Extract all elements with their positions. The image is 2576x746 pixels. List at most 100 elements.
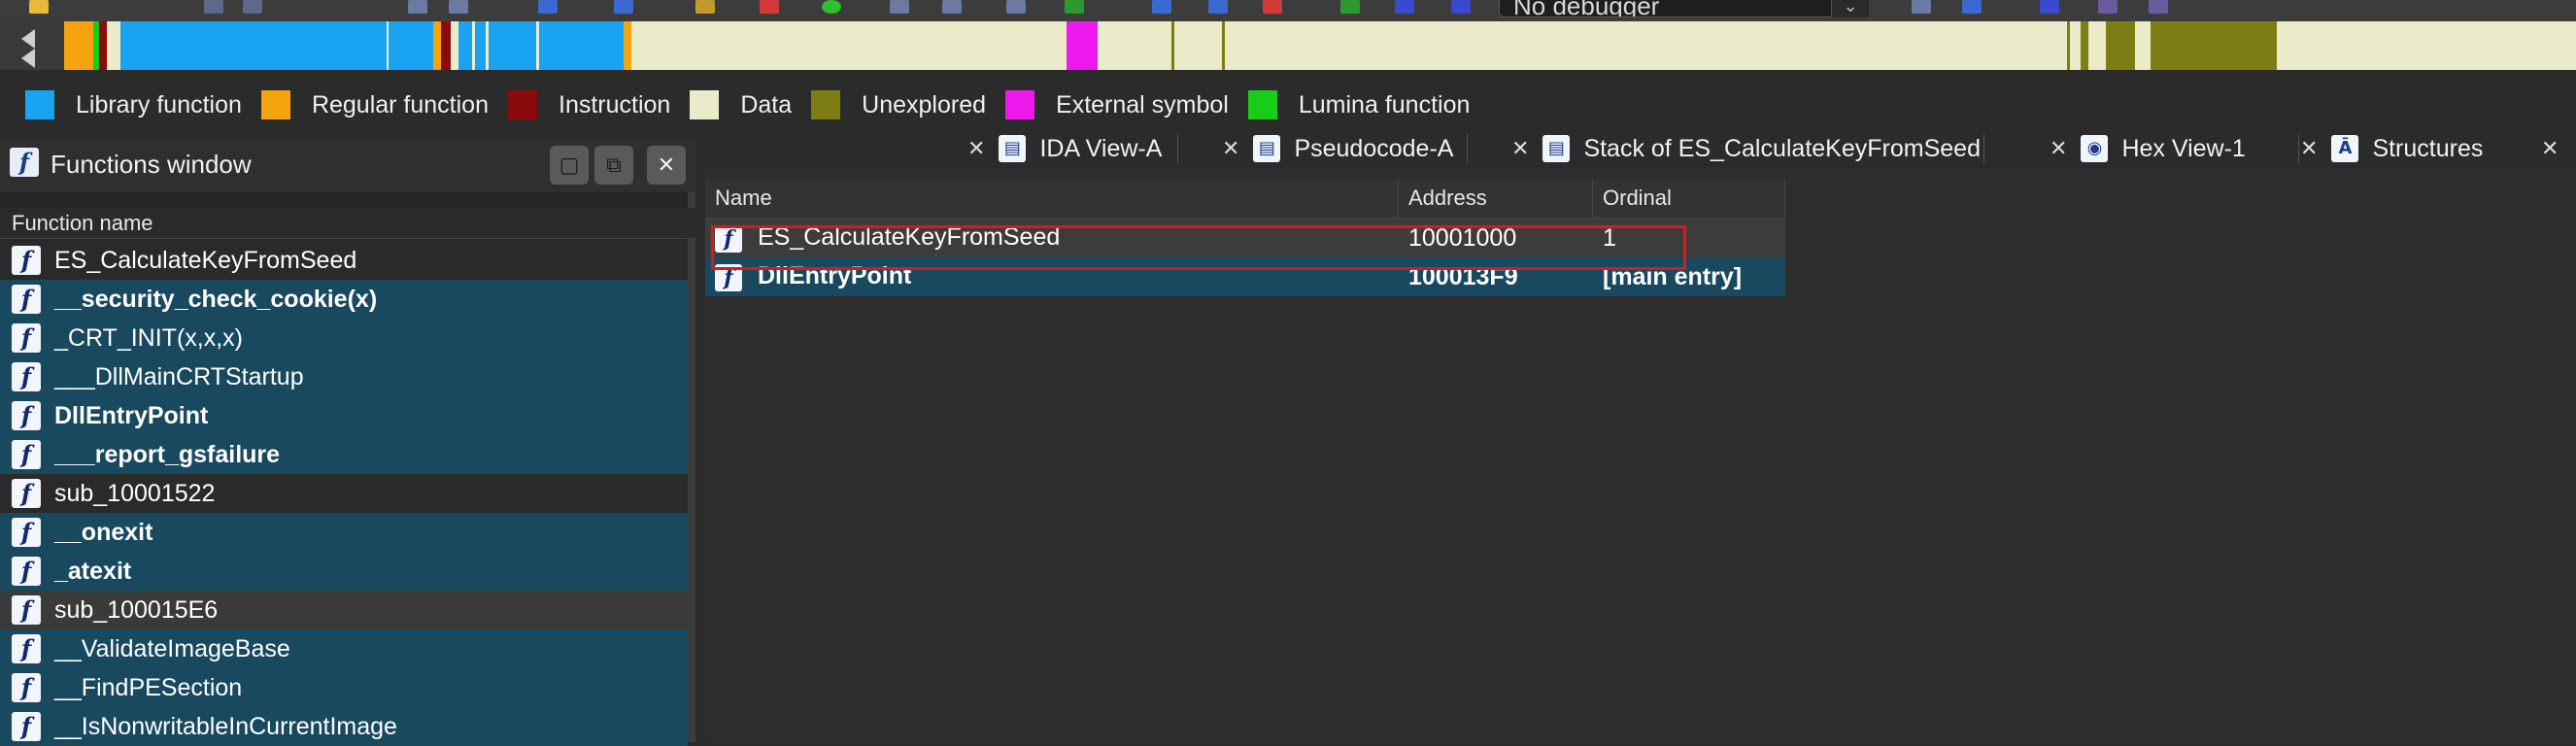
chevron-down-icon[interactable]: ⌄ [1831, 0, 1869, 17]
toolbar-button-icon[interactable] [1006, 0, 1026, 14]
function-icon: f [12, 557, 41, 586]
function-row[interactable]: f __security_check_cookie(x) [0, 280, 688, 319]
column-header-name[interactable]: Name [705, 179, 1399, 218]
tab-label: Hex View-1 [2121, 134, 2246, 162]
function-row[interactable]: f __ValidateImageBase [0, 629, 688, 668]
toolbar-button-icon[interactable] [890, 0, 909, 14]
function-row[interactable]: f __onexit [0, 513, 688, 552]
toolbar-button-icon[interactable] [408, 0, 427, 14]
maximize-button[interactable]: ▢ [550, 146, 589, 185]
function-row[interactable]: f _atexit [0, 552, 688, 591]
legend-swatch [25, 90, 54, 119]
function-row[interactable]: f __IsNonwritableInCurrentImage [0, 707, 688, 746]
open-file-icon[interactable] [29, 0, 49, 14]
toolbar-button-icon[interactable] [538, 0, 558, 14]
toolbar-button-icon[interactable] [1208, 0, 1228, 14]
export-address: 10001000 [1408, 223, 1517, 252]
float-button[interactable]: ⧉ [594, 146, 633, 185]
function-icon: f [12, 323, 41, 353]
navigate-forward-icon[interactable] [243, 0, 262, 14]
main-toolbar: No debugger ⌄ [0, 0, 2576, 21]
toolbar-button-icon[interactable] [1152, 0, 1171, 14]
close-tab-icon[interactable]: ✕ [2541, 136, 2559, 161]
tab-structures[interactable]: ✕ Ā Structures [2300, 128, 2483, 169]
debugger-select[interactable]: No debugger [1499, 0, 1868, 17]
function-icon: f [12, 479, 41, 508]
navigation-band-arrows[interactable] [0, 21, 64, 70]
tab-hex-view-1[interactable]: ✕ ◉ Hex View-1 [2050, 128, 2246, 169]
legend-label: Lumina function [1298, 90, 1471, 119]
pseudocode-icon: ▤ [1253, 135, 1281, 162]
column-header-ordinal[interactable]: Ordinal [1593, 179, 1785, 218]
scroll-left-icon[interactable] [21, 29, 35, 49]
function-row-selected[interactable]: f sub_100015E6 [0, 591, 688, 629]
function-icon: f [12, 634, 41, 663]
legend-label: Instruction [559, 90, 671, 119]
function-name: ___report_gsfailure [54, 440, 281, 468]
toolbar-button-icon[interactable] [1395, 0, 1414, 14]
export-row[interactable]: f DllEntryPoint 100013F9 [main entry] [705, 257, 1785, 296]
function-name: __IsNonwritableInCurrentImage [54, 712, 397, 740]
toolbar-button-icon[interactable] [1451, 0, 1471, 14]
exports-header-filler [1785, 179, 2576, 218]
tab-label: IDA View-A [1039, 134, 1163, 162]
column-header-address[interactable]: Address [1399, 179, 1593, 218]
navigate-back-icon[interactable] [204, 0, 223, 14]
toolbar-button-icon[interactable] [1065, 0, 1084, 14]
function-row[interactable]: f ___report_gsfailure [0, 435, 688, 474]
toolbar-button-icon[interactable] [614, 0, 633, 14]
tab-ida-view-a[interactable]: ✕ ▤ IDA View-A [967, 128, 1162, 169]
function-row[interactable]: f sub_10001522 [0, 474, 688, 513]
column-header-function-name[interactable]: Function name [0, 208, 695, 239]
function-icon: f [10, 148, 39, 177]
function-icon: f [12, 246, 41, 275]
function-icon: f [12, 440, 41, 469]
toolbar-button-icon[interactable] [1962, 0, 1982, 14]
function-name: _CRT_INIT(x,x,x) [54, 323, 243, 352]
close-tab-icon[interactable]: ✕ [2300, 136, 2318, 161]
exports-view: Name Address Ordinal f ES_CalculateKeyFro… [705, 169, 2576, 742]
functions-window: f Functions window ▢ ⧉ ✕ Function name f… [0, 138, 695, 746]
close-tab-icon[interactable]: ✕ [1511, 136, 1529, 161]
toolbar-button-icon[interactable] [2149, 0, 2168, 14]
close-tab-icon[interactable]: ✕ [967, 136, 985, 161]
navigation-legend: Library function Regular function Instru… [0, 84, 1470, 126]
export-ordinal: 1 [1603, 223, 1616, 252]
toolbar-button-icon[interactable] [1340, 0, 1360, 14]
toolbar-button-icon[interactable] [695, 0, 715, 14]
scroll-left-icon[interactable] [21, 49, 35, 68]
function-row[interactable]: f ___DllMainCRTStartup [0, 357, 688, 396]
legend-label: Library function [76, 90, 242, 119]
tab-stack-of-function[interactable]: ✕ ▤ Stack of ES_CalculateKeyFromSeed [1511, 128, 1981, 169]
tab-divider [1467, 134, 1468, 163]
function-row[interactable]: f __FindPESection [0, 668, 688, 707]
tab-pseudocode-a[interactable]: ✕ ▤ Pseudocode-A [1222, 128, 1453, 169]
legend-item-unexplored: Unexplored [811, 90, 986, 119]
stack-icon: ▤ [1542, 135, 1571, 162]
navigation-band[interactable] [0, 21, 2576, 70]
toolbar-button-icon[interactable] [760, 0, 779, 14]
close-button[interactable]: ✕ [647, 146, 686, 185]
toolbar-button-icon[interactable] [1263, 0, 1282, 14]
function-icon: f [12, 362, 41, 391]
close-tab-icon[interactable]: ✕ [1222, 136, 1239, 161]
toolbar-button-icon[interactable] [449, 0, 468, 14]
toolbar-button-icon[interactable] [2040, 0, 2059, 14]
toolbar-button-icon[interactable] [1912, 0, 1931, 14]
toolbar-button-icon[interactable] [822, 0, 841, 14]
toolbar-button-icon[interactable] [942, 0, 962, 14]
toolbar-button-icon[interactable] [2098, 0, 2118, 14]
legend-label: Data [740, 90, 793, 119]
function-name: __ValidateImageBase [54, 634, 290, 662]
tab-next[interactable]: ✕ [2541, 128, 2572, 169]
legend-label: External symbol [1056, 90, 1229, 119]
function-name: DllEntryPoint [54, 401, 209, 429]
export-name: ES_CalculateKeyFromSeed [758, 223, 1061, 252]
function-row[interactable]: f DllEntryPoint [0, 396, 688, 435]
close-tab-icon[interactable]: ✕ [2050, 136, 2067, 161]
function-row[interactable]: f ES_CalculateKeyFromSeed [0, 241, 688, 280]
legend-swatch [1005, 90, 1035, 119]
function-icon: f [12, 518, 41, 547]
function-row[interactable]: f _CRT_INIT(x,x,x) [0, 319, 688, 357]
export-row[interactable]: f ES_CalculateKeyFromSeed 10001000 1 [705, 219, 1785, 257]
